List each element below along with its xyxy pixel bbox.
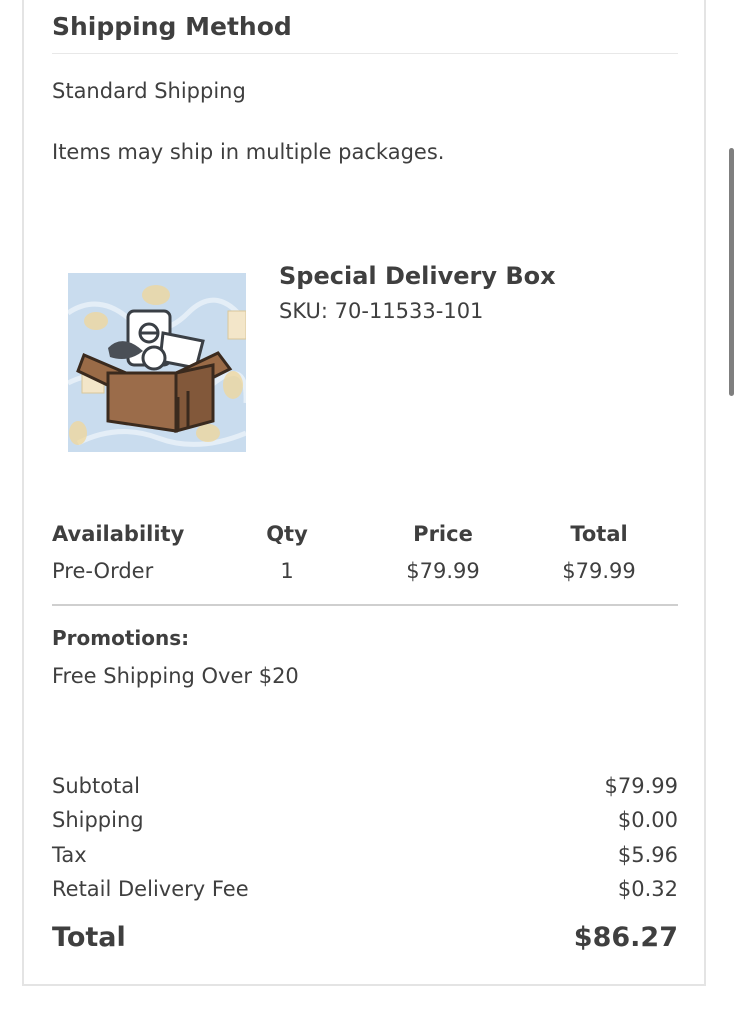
tax-value: $5.96 — [617, 843, 678, 867]
total-header: Total — [570, 522, 628, 546]
heading-divider — [52, 53, 678, 54]
availability-header: Availability — [52, 522, 185, 546]
line-total-value: $79.99 — [562, 559, 636, 583]
qty-value: 1 — [280, 559, 294, 583]
shipping-method-value: Standard Shipping — [52, 79, 246, 103]
product-sku: SKU: 70-11533-101 — [279, 299, 484, 323]
order-total-value: $86.27 — [573, 922, 678, 953]
scrollbar[interactable] — [729, 148, 734, 396]
order-total-label: Total — [52, 922, 126, 953]
retail-delivery-fee-label: Retail Delivery Fee — [52, 877, 249, 901]
availability-value: Pre-Order — [52, 559, 154, 583]
subtotal-value: $79.99 — [604, 774, 678, 798]
line-item-divider — [52, 604, 678, 606]
price-value: $79.99 — [406, 559, 480, 583]
tax-label: Tax — [52, 843, 87, 867]
product-image[interactable] — [66, 273, 249, 452]
shipping-method-heading: Shipping Method — [52, 12, 292, 41]
subtotal-label: Subtotal — [52, 774, 140, 798]
price-header: Price — [413, 522, 473, 546]
promotion-item: Free Shipping Over $20 — [52, 664, 299, 688]
shipping-label: Shipping — [52, 808, 144, 832]
qty-header: Qty — [266, 522, 308, 546]
shipping-value: $0.00 — [617, 808, 678, 832]
promotions-heading: Promotions: — [52, 626, 190, 650]
retail-delivery-fee-value: $0.32 — [617, 877, 678, 901]
cardboard-box-with-items-image — [66, 273, 249, 452]
shipping-note: Items may ship in multiple packages. — [52, 140, 445, 164]
product-name[interactable]: Special Delivery Box — [279, 262, 556, 290]
